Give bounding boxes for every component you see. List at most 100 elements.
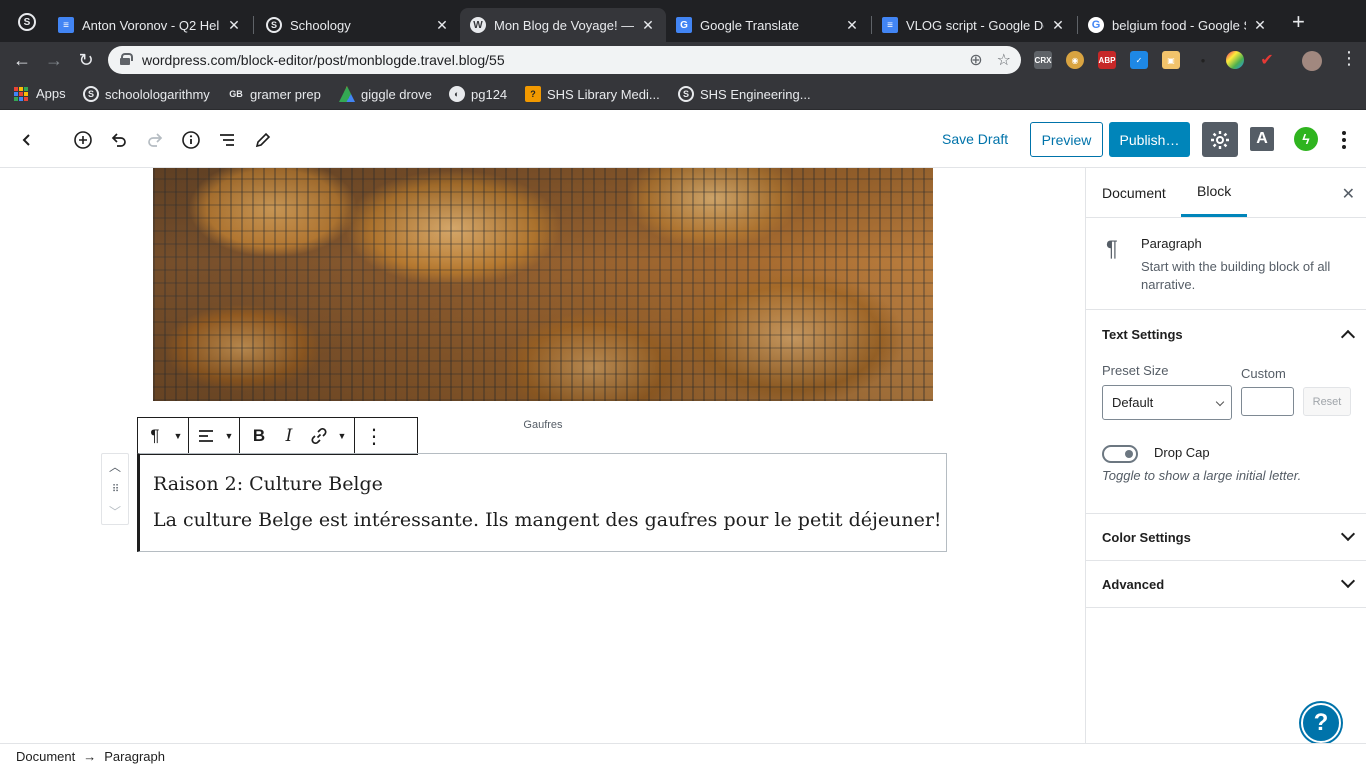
custom-size-label: Custom — [1241, 366, 1286, 381]
breadcrumb-paragraph[interactable]: Paragraph — [104, 749, 165, 764]
chrome-menu-icon[interactable]: ⋮ — [1338, 48, 1360, 68]
forward-arrow-icon[interactable]: → — [43, 50, 65, 70]
text-settings-toggle[interactable]: Text Settings — [1102, 327, 1183, 342]
tab-document[interactable]: Document — [1086, 168, 1182, 217]
info-icon[interactable] — [178, 127, 204, 153]
schoology-icon: S — [266, 17, 282, 33]
font-a-icon[interactable]: A — [1250, 127, 1274, 151]
color-wheel-extension-icon[interactable] — [1226, 51, 1244, 69]
advanced-toggle[interactable]: Advanced — [1102, 577, 1164, 592]
block-navigation-icon[interactable] — [214, 127, 240, 153]
color-settings-panel[interactable]: Color Settings — [1086, 514, 1366, 561]
close-icon[interactable]: ✕ — [434, 17, 450, 34]
browser-tab[interactable]: S Schoology ✕ — [256, 8, 460, 42]
bookmark-pg124[interactable]: ◐ pg124 — [449, 86, 507, 102]
close-icon[interactable]: ✕ — [844, 17, 860, 34]
block-card-title: Paragraph — [1141, 236, 1202, 251]
link-icon[interactable] — [304, 418, 334, 454]
preset-size-select[interactable]: Default — [1102, 385, 1232, 420]
chevron-down-icon — [1215, 397, 1225, 407]
browser-tab-active[interactable]: W Mon Blog de Voyage! — W ✕ — [460, 8, 666, 42]
more-options-icon[interactable] — [1334, 127, 1354, 153]
italic-icon[interactable]: I — [274, 418, 304, 454]
bookmark-label: gramer prep — [250, 86, 321, 102]
move-down-icon[interactable]: ﹀ — [109, 503, 121, 520]
edit-pencil-icon[interactable] — [250, 127, 276, 153]
avatar[interactable] — [1302, 51, 1322, 71]
close-icon[interactable]: ✕ — [640, 17, 656, 34]
caret-down-icon[interactable]: ▼ — [221, 418, 237, 454]
chevron-up-icon[interactable] — [1340, 329, 1356, 345]
preset-size-label: Preset Size — [1102, 363, 1169, 378]
robot-extension-icon[interactable]: ▣ — [1162, 51, 1180, 69]
block-card-description: Start with the building block of all nar… — [1141, 259, 1331, 292]
tab-block[interactable]: Block — [1181, 168, 1248, 217]
tab-title: Mon Blog de Voyage! — W — [494, 17, 634, 33]
close-icon[interactable]: ✕ — [1050, 17, 1066, 34]
schoology-icon[interactable]: S — [18, 13, 36, 31]
bookmark-giggle-drove[interactable]: giggle drove — [339, 86, 432, 102]
close-icon[interactable]: ✕ — [1342, 184, 1355, 204]
google-docs-icon: ≡ — [882, 17, 898, 33]
paragraph-heading-text[interactable]: Raison 2: Culture Belge — [153, 473, 383, 495]
settings-gear-icon[interactable] — [1202, 122, 1238, 157]
bookmark-gramer-prep[interactable]: GB gramer prep — [228, 86, 321, 102]
browser-tab[interactable]: ≡ Anton Voronov - Q2 Help ✕ — [48, 8, 252, 42]
bookmark-star-icon[interactable]: ☆ — [997, 50, 1011, 70]
block-more-options-icon[interactable]: ⋮ — [359, 418, 389, 454]
redo-icon[interactable] — [142, 127, 168, 153]
add-circle-icon[interactable]: ⊕ — [969, 50, 982, 70]
hidden-extension-icon[interactable]: ● — [1194, 51, 1212, 69]
paragraph-icon[interactable]: ¶ — [140, 418, 170, 454]
close-icon[interactable]: ✕ — [226, 17, 242, 34]
drop-cap-label: Drop Cap — [1154, 445, 1210, 460]
browser-tab-strip: S ≡ Anton Voronov - Q2 Help ✕ S Schoolog… — [0, 0, 1366, 42]
align-left-icon[interactable] — [191, 418, 221, 454]
check-red-extension-icon[interactable]: ✔ — [1258, 51, 1276, 69]
reset-button[interactable]: Reset — [1303, 387, 1351, 416]
waffles-image[interactable] — [153, 168, 933, 401]
drag-handle-icon[interactable]: ⠿ — [112, 484, 119, 495]
bold-icon[interactable]: B — [244, 418, 274, 454]
bookmark-schoolologarithmy[interactable]: S schoolologarithmy — [83, 86, 210, 102]
close-icon[interactable]: ✕ — [1252, 17, 1268, 34]
chevron-down-icon[interactable] — [1340, 573, 1356, 589]
breadcrumb-document[interactable]: Document — [16, 749, 75, 764]
chevron-down-icon[interactable] — [1340, 526, 1356, 542]
browser-tab[interactable]: G Google Translate ✕ — [666, 8, 870, 42]
paragraph-body-text[interactable]: La culture Belge est intéressante. Ils m… — [153, 509, 942, 531]
save-draft-button[interactable]: Save Draft — [942, 131, 1008, 147]
reload-icon[interactable]: ↻ — [75, 50, 97, 70]
add-block-icon[interactable] — [70, 127, 96, 153]
drop-cap-toggle[interactable] — [1102, 445, 1138, 463]
bookmark-shs-engineering[interactable]: S SHS Engineering... — [678, 86, 811, 102]
globe-icon: ◐ — [449, 86, 465, 102]
undo-icon[interactable] — [106, 127, 132, 153]
advanced-panel[interactable]: Advanced — [1086, 561, 1366, 608]
custom-size-input[interactable] — [1241, 387, 1294, 416]
publish-button[interactable]: Publish… — [1109, 122, 1190, 157]
back-chevron-icon[interactable] — [14, 127, 40, 153]
selected-paragraph-block[interactable] — [137, 453, 947, 552]
checkmark-extension-icon[interactable]: ✓ — [1130, 51, 1148, 69]
jetpack-bolt-icon[interactable]: ϟ — [1294, 127, 1318, 151]
bookmark-apps[interactable]: Apps — [14, 86, 66, 101]
back-arrow-icon[interactable]: ← — [11, 50, 33, 70]
new-tab-icon[interactable]: + — [1292, 11, 1305, 33]
move-up-icon[interactable]: ︿ — [109, 458, 121, 475]
editor-canvas[interactable]: Gaufres ¶ ▼ ▼ B I ▼ ⋮ ︿ ⠿ ﹀ Raison 2: Cu — [0, 168, 1085, 743]
crx-extension-icon[interactable]: CRX — [1034, 51, 1052, 69]
address-bar[interactable]: wordpress.com/block-editor/post/monblogd… — [108, 46, 1021, 74]
color-settings-toggle[interactable]: Color Settings — [1102, 530, 1191, 545]
browser-tab[interactable]: G belgium food - Google Se ✕ — [1078, 8, 1278, 42]
caret-down-icon[interactable]: ▼ — [334, 418, 350, 454]
tab-title: Google Translate — [700, 17, 800, 33]
gb-icon: GB — [229, 89, 243, 99]
bookmark-shs-library[interactable]: ? SHS Library Medi... — [525, 86, 660, 102]
adblock-extension-icon[interactable]: ABP — [1098, 51, 1116, 69]
owl-extension-icon[interactable]: ◉ — [1066, 51, 1084, 69]
help-question-icon[interactable]: ? — [1301, 703, 1341, 743]
caret-down-icon[interactable]: ▼ — [170, 418, 186, 454]
preview-button[interactable]: Preview — [1030, 122, 1103, 157]
browser-tab[interactable]: ≡ VLOG script - Google Do ✕ — [872, 8, 1076, 42]
